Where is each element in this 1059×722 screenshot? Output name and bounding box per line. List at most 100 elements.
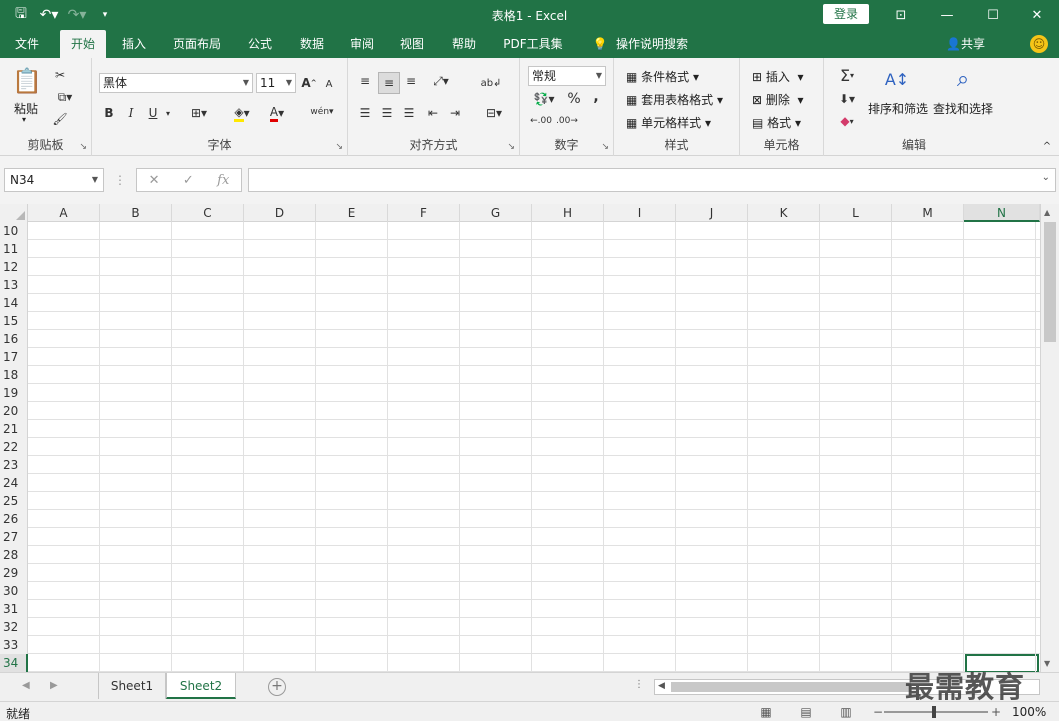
minimize-button[interactable]: — bbox=[924, 0, 970, 30]
vertical-scrollbar[interactable]: ▲ ▼ bbox=[1040, 204, 1059, 672]
tell-me-search[interactable]: 操作说明搜索 bbox=[612, 30, 692, 58]
cell-styles-button[interactable]: ▦ 单元格样式 ▾ bbox=[626, 114, 711, 131]
column-header[interactable]: I bbox=[604, 204, 676, 222]
ribbon-display-options-icon[interactable]: ⊡ bbox=[878, 0, 924, 30]
close-button[interactable]: ✕ bbox=[1014, 0, 1059, 30]
column-header[interactable]: K bbox=[748, 204, 820, 222]
row-header[interactable]: 12 bbox=[0, 258, 28, 276]
scroll-thumb[interactable] bbox=[1044, 222, 1056, 342]
italic-button[interactable]: I bbox=[122, 104, 140, 122]
column-header[interactable]: E bbox=[316, 204, 388, 222]
format-as-table-button[interactable]: ▦ 套用表格格式 ▾ bbox=[626, 91, 723, 108]
number-launcher-icon[interactable]: ↘ bbox=[601, 142, 609, 152]
tab-data[interactable]: 数据 bbox=[290, 30, 334, 58]
sort-filter-button[interactable]: 排序和筛选 bbox=[868, 100, 928, 117]
conditional-formatting-button[interactable]: ▦ 条件格式 ▾ bbox=[626, 68, 699, 85]
orientation-icon[interactable]: ⤢▾ bbox=[426, 72, 456, 90]
sheet-tab-sheet1[interactable]: Sheet1 bbox=[98, 673, 166, 699]
zoom-slider-knob[interactable] bbox=[932, 706, 936, 718]
hscroll-thumb[interactable] bbox=[671, 682, 911, 692]
row-header[interactable]: 31 bbox=[0, 600, 28, 618]
scroll-left-icon[interactable]: ◀ bbox=[658, 681, 665, 691]
row-header[interactable]: 24 bbox=[0, 474, 28, 492]
format-painter-icon[interactable]: 🖌 bbox=[50, 110, 70, 128]
column-header[interactable]: M bbox=[892, 204, 964, 222]
align-left-icon[interactable]: ☰ bbox=[356, 104, 374, 122]
collapse-ribbon-icon[interactable]: ^ bbox=[1040, 140, 1054, 152]
worksheet-grid[interactable]: ABCDEFGHIJKLMN 10 11 12 13 14 15 16 17 18 19 20 21 2… bbox=[0, 204, 1040, 672]
column-header[interactable]: J bbox=[676, 204, 748, 222]
tab-insert[interactable]: 插入 bbox=[112, 30, 156, 58]
select-all-button[interactable] bbox=[0, 204, 28, 222]
row-header[interactable]: 29 bbox=[0, 564, 28, 582]
column-header[interactable]: A bbox=[28, 204, 100, 222]
paste-dropdown-icon[interactable]: ▾ bbox=[22, 115, 26, 124]
tab-formulas[interactable]: 公式 bbox=[238, 30, 282, 58]
tab-page-layout[interactable]: 页面布局 bbox=[164, 30, 230, 58]
zoom-level[interactable]: 100% bbox=[1012, 705, 1046, 719]
accounting-format-icon[interactable]: 💱▾ bbox=[528, 90, 560, 108]
clear-icon[interactable]: ◆ ▾ bbox=[832, 112, 862, 130]
row-header[interactable]: 17 bbox=[0, 348, 28, 366]
maximize-button[interactable]: ☐ bbox=[970, 0, 1016, 30]
page-layout-view-icon[interactable]: ▤ bbox=[796, 704, 816, 720]
row-header[interactable]: 27 bbox=[0, 528, 28, 546]
underline-button[interactable]: U bbox=[144, 104, 162, 122]
row-header[interactable]: 22 bbox=[0, 438, 28, 456]
row-header[interactable]: 34 bbox=[0, 654, 28, 672]
tab-split-handle-icon[interactable]: ⋮ bbox=[634, 679, 644, 690]
find-select-button[interactable]: 查找和选择 bbox=[933, 100, 993, 117]
column-header[interactable]: B bbox=[100, 204, 172, 222]
row-header[interactable]: 18 bbox=[0, 366, 28, 384]
alignment-launcher-icon[interactable]: ↘ bbox=[507, 142, 515, 152]
tab-review[interactable]: 审阅 bbox=[340, 30, 384, 58]
align-top-icon[interactable]: ≡ bbox=[356, 72, 374, 90]
delete-cells-button[interactable]: ⊠ 删除 ▾ bbox=[752, 91, 804, 108]
row-header[interactable]: 20 bbox=[0, 402, 28, 420]
column-header[interactable]: F bbox=[388, 204, 460, 222]
scroll-up-icon[interactable]: ▲ bbox=[1044, 208, 1050, 217]
format-cells-button[interactable]: ▤ 格式 ▾ bbox=[752, 114, 801, 131]
find-select-icon[interactable]: ⌕ bbox=[946, 64, 980, 94]
borders-icon[interactable]: ⊞▾ bbox=[184, 104, 214, 122]
tab-pdf-tools[interactable]: PDF工具集 bbox=[494, 30, 572, 58]
autosum-icon[interactable]: Σ ▾ bbox=[832, 66, 862, 85]
insert-cells-button[interactable]: ⊞ 插入 ▾ bbox=[752, 68, 804, 85]
tab-home[interactable]: 开始 bbox=[60, 30, 106, 58]
scroll-down-icon[interactable]: ▼ bbox=[1044, 659, 1050, 668]
column-header[interactable]: H bbox=[532, 204, 604, 222]
next-sheet-icon[interactable]: ▶ bbox=[50, 680, 58, 691]
column-header[interactable]: G bbox=[460, 204, 532, 222]
align-right-icon[interactable]: ☰ bbox=[400, 104, 418, 122]
cancel-icon[interactable]: ✕ bbox=[149, 173, 160, 188]
name-box[interactable]: N34 ▼ bbox=[4, 168, 104, 192]
merge-center-icon[interactable]: ⊟▾ bbox=[478, 104, 510, 122]
copy-icon[interactable]: ⧉▾ bbox=[50, 88, 80, 106]
sheet-tab-sheet2[interactable]: Sheet2 bbox=[166, 673, 236, 699]
row-header[interactable]: 16 bbox=[0, 330, 28, 348]
feedback-smiley-icon[interactable]: ☺ bbox=[1030, 35, 1048, 53]
column-header[interactable]: C bbox=[172, 204, 244, 222]
row-header[interactable]: 30 bbox=[0, 582, 28, 600]
decrease-indent-icon[interactable]: ⇤ bbox=[424, 104, 442, 122]
number-format-combo[interactable]: 常规 ▼ bbox=[528, 66, 606, 86]
zoom-in-icon[interactable]: + bbox=[986, 704, 1006, 720]
fill-color-icon[interactable]: ◈ ▾ bbox=[226, 104, 258, 122]
column-header[interactable]: N bbox=[964, 204, 1040, 222]
column-header[interactable]: D bbox=[244, 204, 316, 222]
row-header[interactable]: 10 bbox=[0, 222, 28, 240]
expand-formula-icon[interactable]: ⌄ bbox=[1042, 172, 1050, 183]
increase-decimal-button[interactable]: ← .00 bbox=[528, 112, 554, 130]
insert-function-button[interactable]: fx bbox=[217, 173, 229, 188]
align-middle-icon[interactable]: ≡ bbox=[378, 72, 400, 94]
row-header[interactable]: 15 bbox=[0, 312, 28, 330]
tab-view[interactable]: 视图 bbox=[390, 30, 434, 58]
align-bottom-icon[interactable]: ≡ bbox=[402, 72, 420, 90]
row-header[interactable]: 14 bbox=[0, 294, 28, 312]
font-size-combo[interactable]: 11 ▼ bbox=[256, 73, 296, 93]
drag-handle-icon[interactable]: ⋮ bbox=[114, 172, 126, 188]
row-header[interactable]: 26 bbox=[0, 510, 28, 528]
bold-button[interactable]: B bbox=[100, 104, 118, 122]
row-header[interactable]: 13 bbox=[0, 276, 28, 294]
grow-font-button[interactable]: A ^ bbox=[300, 73, 318, 93]
